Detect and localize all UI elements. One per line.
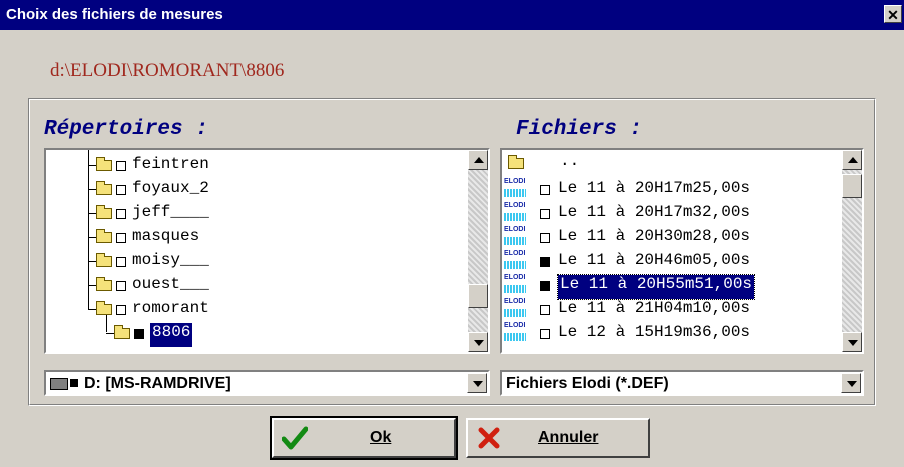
elodi-file-icon-label: ELODI <box>504 274 526 281</box>
elodi-file-icon-label: ELODI <box>504 226 526 233</box>
folder-icon <box>96 229 112 243</box>
open-folder-icon <box>96 301 112 315</box>
file-type-select[interactable]: Fichiers Elodi (*.DEF) <box>500 370 864 396</box>
directories-scrollbar[interactable] <box>468 150 488 352</box>
elodi-file-icon-label: ELODI <box>504 250 526 257</box>
drive-dropdown-button[interactable] <box>467 373 487 393</box>
directory-checkbox[interactable] <box>116 233 126 243</box>
file-item[interactable]: Le 11 à 20H17m25,00s <box>558 179 750 203</box>
folder-icon <box>96 253 112 267</box>
elodi-file-icon: ELODI <box>504 178 526 200</box>
scroll-thumb[interactable] <box>842 174 862 198</box>
file-item[interactable]: Le 11 à 20H17m32,00s <box>558 203 750 227</box>
drive-marker-icon <box>70 379 78 387</box>
parent-folder-icon <box>508 155 524 169</box>
drive-icon <box>50 378 68 390</box>
elodi-file-icon: ELODI <box>504 250 526 272</box>
file-item[interactable]: Le 12 à 15H19m36,00s <box>558 323 750 347</box>
files-heading: Fichiers : <box>516 118 643 141</box>
tree-connector <box>88 309 96 310</box>
scroll-thumb[interactable] <box>468 284 488 308</box>
files-scrollbar[interactable] <box>842 150 862 352</box>
title-bar: Choix des fichiers de mesures ✕ <box>0 0 904 30</box>
drive-select-value: D: [MS-RAMDRIVE] <box>84 375 231 392</box>
directory-checkbox[interactable] <box>116 161 126 171</box>
file-checkbox[interactable] <box>540 305 550 315</box>
folder-icon <box>114 325 130 339</box>
file-type-select-value: Fichiers Elodi (*.DEF) <box>506 375 669 392</box>
parent-directory-item[interactable]: .. <box>560 152 579 176</box>
directory-item[interactable]: romorant <box>132 299 209 323</box>
file-checkbox[interactable] <box>540 209 550 219</box>
directory-item[interactable]: moisy___ <box>132 251 209 275</box>
file-item[interactable]: Le 11 à 20H46m05,00s <box>558 251 750 275</box>
directory-item[interactable]: foyaux_2 <box>132 179 209 203</box>
scroll-up-button[interactable] <box>842 150 862 170</box>
cross-icon <box>478 427 500 449</box>
directory-item[interactable]: masques <box>132 227 199 251</box>
cancel-button[interactable]: Annuler <box>466 418 650 458</box>
elodi-file-icon-label: ELODI <box>504 322 526 329</box>
file-item[interactable]: Le 11 à 21H04m10,00s <box>558 299 750 323</box>
elodi-file-icon: ELODI <box>504 202 526 224</box>
directory-item[interactable]: ouest___ <box>132 275 209 299</box>
directory-checkbox[interactable] <box>116 209 126 219</box>
directory-item[interactable]: jeff____ <box>132 203 209 227</box>
cancel-button-label: Annuler <box>538 429 599 446</box>
ok-button[interactable]: Ok <box>270 416 458 460</box>
directory-item[interactable]: 8806 <box>150 323 193 347</box>
file-checkbox[interactable] <box>540 185 550 195</box>
file-checkbox[interactable] <box>540 257 550 267</box>
scroll-down-button[interactable] <box>468 332 488 352</box>
file-item[interactable]: Le 11 à 20H30m28,00s <box>558 227 750 251</box>
directories-heading: Répertoires : <box>44 118 208 141</box>
elodi-file-icon: ELODI <box>504 298 526 320</box>
file-checkbox[interactable] <box>540 281 550 291</box>
scroll-down-button[interactable] <box>842 332 862 352</box>
folder-icon <box>96 277 112 291</box>
elodi-file-icon: ELODI <box>504 226 526 248</box>
elodi-file-icon-label: ELODI <box>504 178 526 185</box>
file-type-dropdown-button[interactable] <box>841 373 861 393</box>
tree-connector <box>88 261 96 262</box>
tree-connector <box>88 213 96 214</box>
drive-select[interactable]: D: [MS-RAMDRIVE] <box>44 370 490 396</box>
elodi-file-icon: ELODI <box>504 274 526 296</box>
tree-connector <box>88 285 96 286</box>
files-listbox[interactable]: .. ELODI Le 11 à 20H17m25,00s ELODI Le 11 à… <box>500 148 864 354</box>
checkmark-icon <box>282 426 308 450</box>
elodi-file-icon-label: ELODI <box>504 298 526 305</box>
tree-connector <box>106 333 114 334</box>
directory-checkbox[interactable] <box>116 257 126 267</box>
close-button[interactable]: ✕ <box>884 5 902 23</box>
scroll-up-button[interactable] <box>468 150 488 170</box>
ok-button-label: Ok <box>370 429 392 446</box>
elodi-file-icon-label: ELODI <box>504 202 526 209</box>
directory-checkbox[interactable] <box>116 185 126 195</box>
file-item[interactable]: Le 11 à 20H55m51,00s <box>556 274 756 300</box>
tree-connector <box>88 189 96 190</box>
tree-connector <box>88 165 96 166</box>
file-selection-dialog: Choix des fichiers de mesures ✕ d:\ELODI… <box>0 0 904 467</box>
file-checkbox[interactable] <box>540 329 550 339</box>
directory-item[interactable]: feintren <box>132 155 209 179</box>
directory-checkbox[interactable] <box>116 281 126 291</box>
tree-connector <box>88 237 96 238</box>
directory-checkbox[interactable] <box>134 329 144 339</box>
folder-icon <box>96 205 112 219</box>
directories-listbox[interactable]: feintren foyaux_2 jeff____ masques moisy___ o… <box>44 148 490 354</box>
file-checkbox[interactable] <box>540 233 550 243</box>
directory-checkbox[interactable] <box>116 305 126 315</box>
elodi-file-icon: ELODI <box>504 322 526 344</box>
folder-icon <box>96 181 112 195</box>
current-path: d:\ELODI\ROMORANT\8806 <box>50 60 285 81</box>
window-title: Choix des fichiers de mesures <box>6 6 223 23</box>
folder-icon <box>96 157 112 171</box>
